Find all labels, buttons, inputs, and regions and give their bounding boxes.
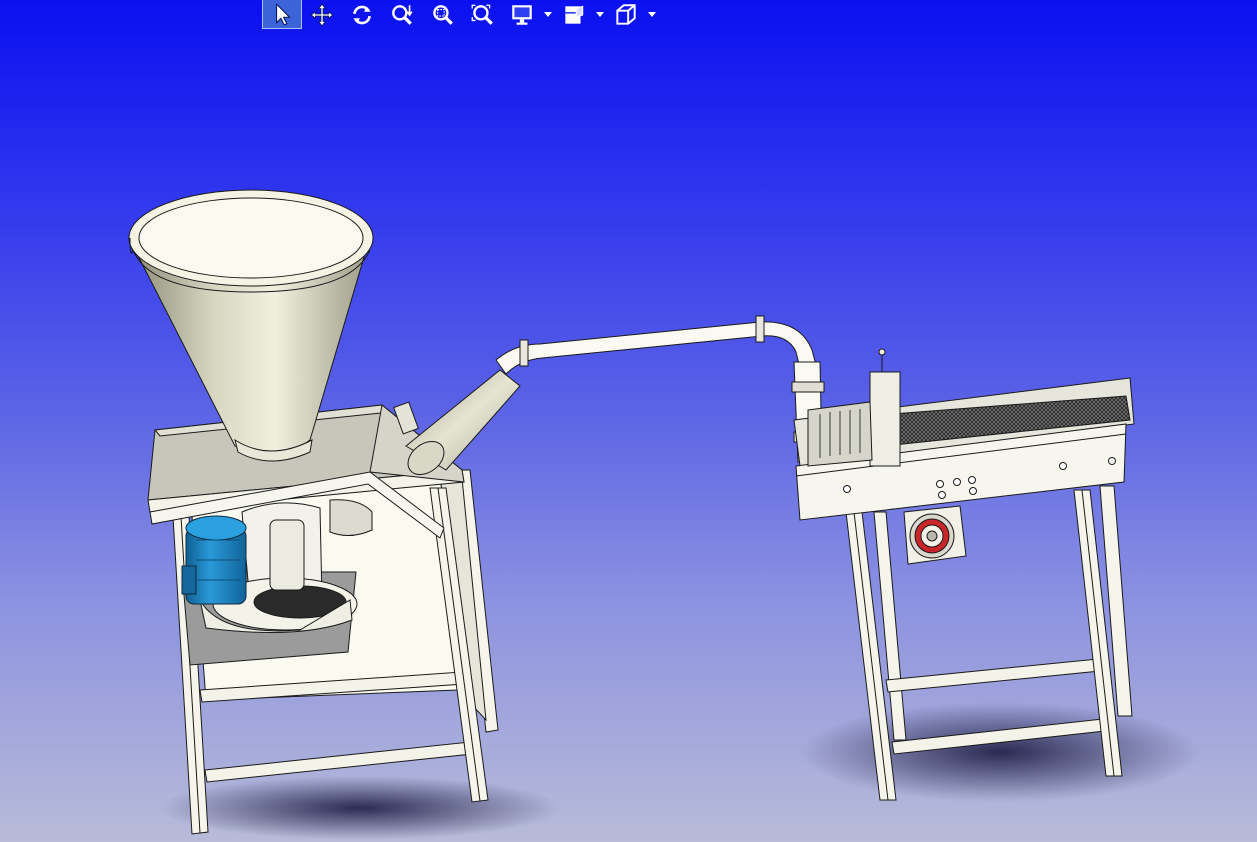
- zoom-fit-icon: [471, 4, 493, 25]
- chevron-down-icon: [596, 12, 604, 17]
- section-view-icon: [565, 5, 584, 24]
- select-tool-button[interactable]: [262, 0, 302, 29]
- zoom-in-out-icon: [392, 5, 413, 25]
- 3d-viewport[interactable]: [0, 0, 1257, 842]
- pan-tool-button[interactable]: [302, 1, 342, 29]
- chevron-down-icon: [648, 12, 656, 17]
- rotate-icon: [353, 5, 371, 25]
- view-cube-icon: [616, 4, 636, 25]
- bearing-unit[interactable]: [903, 505, 967, 565]
- zoom-in-out-button[interactable]: [382, 1, 422, 29]
- view-orientation-button[interactable]: [606, 1, 646, 29]
- electric-motor[interactable]: [181, 515, 247, 605]
- conveying-pipe[interactable]: [495, 315, 825, 463]
- chevron-down-icon: [544, 12, 552, 17]
- zoom-box-icon: [433, 5, 453, 25]
- zoom-fit-button[interactable]: [462, 1, 502, 29]
- filling-manifold[interactable]: [807, 348, 901, 467]
- model-scene[interactable]: [0, 0, 1257, 842]
- select-arrow-icon: [276, 2, 291, 26]
- view-toolbar: [262, 0, 658, 30]
- floor-shadow-left: [160, 776, 560, 840]
- section-view-dropdown[interactable]: [594, 1, 606, 29]
- display-mode-dropdown[interactable]: [542, 1, 554, 29]
- monitor-icon: [512, 5, 532, 25]
- view-orientation-dropdown[interactable]: [646, 1, 658, 29]
- rotate-tool-button[interactable]: [342, 1, 382, 29]
- floor-shadow-right: [800, 702, 1200, 802]
- zoom-box-button[interactable]: [422, 1, 462, 29]
- outlet-cone[interactable]: [393, 369, 521, 481]
- pan-icon: [310, 3, 334, 27]
- display-mode-button[interactable]: [502, 1, 542, 29]
- section-view-button[interactable]: [554, 1, 594, 29]
